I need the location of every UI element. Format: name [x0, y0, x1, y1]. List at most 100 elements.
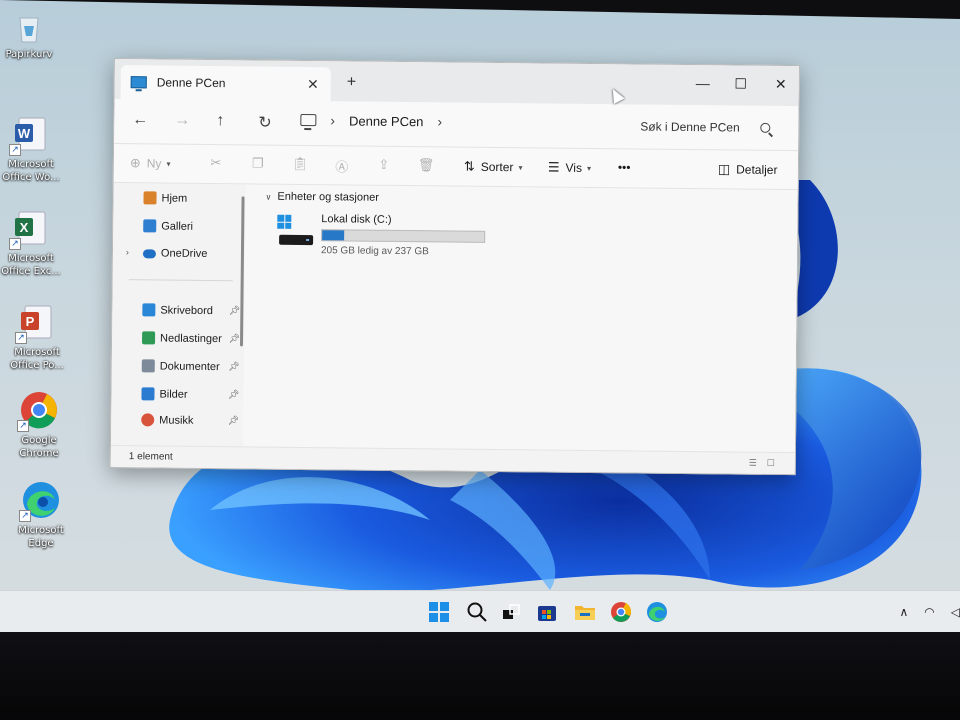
music-icon	[141, 413, 155, 427]
cut-icon[interactable]: ✂	[208, 155, 224, 171]
svg-text:W: W	[18, 126, 31, 141]
minimize-button[interactable]: —	[691, 75, 715, 91]
close-tab-icon[interactable]: ✕	[307, 76, 319, 93]
start-button[interactable]	[428, 601, 450, 623]
more-label: •••	[617, 160, 631, 175]
drive-usage-bar	[321, 229, 486, 243]
breadcrumb[interactable]: › Denne PCen ›	[300, 112, 456, 130]
chrome-icon: ↗	[17, 390, 59, 432]
nav-item-bilder[interactable]: Bilder 📌︎	[141, 387, 240, 401]
store-icon	[538, 606, 556, 621]
gallery-icon	[143, 219, 157, 233]
group-header[interactable]: ∨ Enheter og stasjoner	[265, 190, 379, 204]
nav-item-musikk[interactable]: Musikk 📌︎	[141, 413, 239, 427]
drive-item[interactable]: Lokal disk (C:) 205 GB ledig av 237 GB	[277, 213, 498, 265]
details-button[interactable]: ◫ Detaljer	[718, 161, 778, 178]
desktop-icon-label: Google Chrome	[19, 435, 59, 459]
view-label: Vis	[565, 160, 583, 175]
new-button[interactable]: ⊕ Ny ▾	[130, 155, 171, 171]
up-button[interactable]: ↑	[216, 112, 224, 130]
nav-item-nedlastinger[interactable]: Nedlastinger 📌︎	[142, 331, 241, 345]
edge-icon	[647, 602, 667, 622]
pictures-icon	[141, 387, 155, 401]
pin-icon: 📌︎	[228, 361, 240, 372]
powerpoint-icon: P ↗	[15, 302, 57, 344]
refresh-button[interactable]: ↻	[258, 113, 272, 133]
nav-item-onedrive[interactable]: OneDrive	[142, 247, 239, 260]
desktop-icon-recycle-bin[interactable]: Papirkurv	[0, 12, 64, 61]
chevron-down-icon: ▾	[518, 162, 523, 172]
chevron-down-icon: ∨	[265, 192, 272, 202]
nav-item-label: Skrivebord	[160, 303, 214, 317]
drive-usage-fill	[322, 230, 345, 241]
volume-icon[interactable]: ◁	[951, 605, 960, 619]
details-view-icon[interactable]: ☰	[749, 458, 759, 468]
item-count: 1 element	[128, 451, 173, 463]
drive-name: Lokal disk (C:)	[321, 213, 392, 226]
windows-logo-icon	[429, 602, 449, 622]
more-options-button[interactable]: •••	[618, 160, 631, 174]
file-explorer-taskbar-button[interactable]	[574, 601, 596, 623]
nav-item-label: Galleri	[161, 220, 194, 233]
nav-item-galleri[interactable]: Galleri	[143, 219, 239, 233]
desktop-icon-powerpoint[interactable]: P ↗ Microsoft Office Po...	[2, 302, 72, 372]
close-window-button[interactable]: ✕	[769, 76, 793, 93]
desktop-icon-excel[interactable]: X ↗ Microsoft Office Exc...	[0, 208, 66, 278]
rename-icon[interactable]: Ⓐ	[334, 156, 350, 174]
edge-taskbar-button[interactable]	[646, 601, 668, 623]
nav-item-label: OneDrive	[160, 247, 208, 260]
desktop: Papirkurv W ↗ Microsoft Office Wo... X ↗…	[0, 0, 960, 632]
shortcut-arrow-icon: ↗	[15, 332, 27, 344]
desktop-icon-edge[interactable]: ↗ Microsoft Edge	[6, 480, 76, 550]
delete-icon[interactable]: 🗑︎	[418, 157, 435, 173]
paste-icon[interactable]: 📋︎	[292, 156, 309, 172]
tiles-view-icon[interactable]: ☐	[767, 458, 777, 468]
nav-item-label: Dokumenter	[159, 359, 220, 373]
chevron-right-icon[interactable]: ›	[437, 113, 442, 129]
navigation-pane: Hjem Galleri › OneDrive Skrivebord 📌︎ Ne…	[110, 183, 246, 447]
nav-divider	[128, 279, 233, 282]
copy-icon[interactable]: ❐	[250, 155, 266, 171]
tab-denne-pcen[interactable]: Denne PCen ✕	[120, 65, 331, 102]
search-box[interactable]: Søk i Denne PCen	[640, 115, 780, 140]
windows-logo-icon	[277, 214, 292, 229]
store-button[interactable]	[536, 601, 558, 623]
nav-item-skrivebord[interactable]: Skrivebord 📌︎	[142, 303, 241, 317]
plus-circle-icon: ⊕	[129, 155, 141, 171]
forward-button[interactable]: →	[174, 112, 190, 130]
chevron-up-icon[interactable]: ∧	[899, 605, 908, 619]
wifi-icon[interactable]: ◠	[924, 605, 934, 619]
recycle-bin-icon	[14, 12, 44, 44]
desktop-icon-word[interactable]: W ↗ Microsoft Office Wo...	[0, 114, 66, 184]
shortcut-arrow-icon: ↗	[9, 238, 21, 250]
breadcrumb-item[interactable]: Denne PCen	[349, 113, 424, 129]
content-pane: ∨ Enheter og stasjoner Lokal disk (C:) 2…	[242, 184, 798, 453]
desktop-icon	[142, 303, 156, 317]
edge-icon: ↗	[19, 480, 61, 522]
sort-button[interactable]: ⇅ Sorter ▾	[464, 159, 523, 176]
svg-text:P: P	[26, 314, 35, 329]
nav-item-label: Musikk	[159, 413, 194, 427]
excel-icon: X ↗	[9, 208, 51, 250]
chevron-down-icon: ▾	[166, 159, 171, 169]
view-button[interactable]: ☰ Vis ▾	[548, 160, 591, 176]
search-button[interactable]	[466, 601, 488, 623]
chrome-taskbar-button[interactable]	[610, 601, 632, 623]
pin-icon: 📌︎	[228, 333, 241, 344]
nav-item-dokumenter[interactable]: Dokumenter 📌︎	[141, 359, 240, 373]
view-icon: ☰	[547, 159, 560, 175]
new-tab-button[interactable]: +	[347, 73, 357, 91]
chevron-right-icon[interactable]: ›	[126, 247, 129, 257]
task-view-button[interactable]	[500, 601, 522, 623]
desktop-icon-label: Microsoft Edge	[18, 525, 64, 549]
maximize-button[interactable]: ☐	[729, 75, 753, 92]
nav-item-hjem[interactable]: Hjem	[143, 191, 239, 205]
pin-icon: 📌︎	[228, 305, 241, 316]
share-icon[interactable]: ⇪	[376, 157, 392, 173]
desktop-icon-label: Microsoft Office Po...	[10, 347, 64, 371]
search-icon	[467, 602, 487, 622]
group-header-label: Enheter og stasjoner	[277, 190, 379, 204]
explorer-body: Hjem Galleri › OneDrive Skrivebord 📌︎ Ne…	[110, 183, 798, 453]
desktop-icon-chrome[interactable]: ↗ Google Chrome	[4, 390, 74, 460]
back-button[interactable]: ←	[132, 111, 148, 129]
